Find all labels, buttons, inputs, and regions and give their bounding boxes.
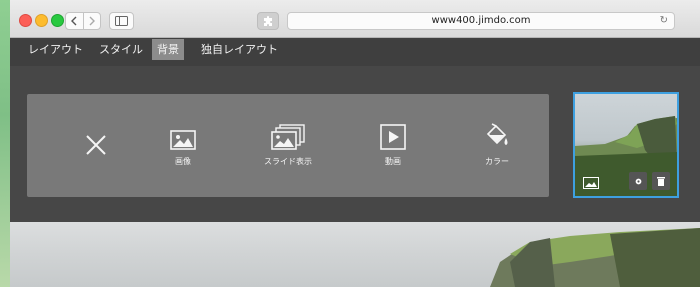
option-video[interactable]: 動画 (375, 94, 411, 197)
close-window-button[interactable] (19, 14, 32, 27)
browser-window: www400.jimdo.com ↻ レイアウト スタイル 背景 独自レイアウト… (10, 0, 700, 287)
tab-style[interactable]: スタイル (94, 39, 148, 60)
option-image-label: 画像 (175, 157, 191, 166)
option-color[interactable]: カラー (479, 94, 515, 197)
background-thumbnail[interactable] (573, 92, 679, 198)
sidebar-icon[interactable] (109, 12, 134, 30)
forward-icon[interactable] (83, 13, 100, 29)
browser-titlebar: www400.jimdo.com ↻ (10, 0, 700, 38)
maximize-window-button[interactable] (51, 14, 64, 27)
trash-icon[interactable] (652, 172, 670, 190)
background-photo (10, 222, 700, 287)
slideshow-icon (271, 124, 305, 150)
tab-custom-layout[interactable]: 独自レイアウト (196, 39, 283, 60)
tab-background[interactable]: 背景 (152, 39, 184, 60)
option-video-label: 動画 (385, 157, 401, 166)
back-icon[interactable] (66, 13, 83, 29)
background-options-panel: 画像 スライド表示 動画 カラー (27, 94, 549, 197)
option-slideshow[interactable]: スライド表示 (258, 94, 318, 197)
nav-buttons (65, 12, 101, 30)
reload-icon[interactable]: ↻ (660, 13, 668, 29)
image-icon (170, 124, 196, 150)
option-color-label: カラー (485, 157, 509, 166)
video-icon (380, 124, 406, 150)
url-text: www400.jimdo.com (431, 15, 531, 26)
image-icon (583, 174, 599, 193)
url-bar[interactable]: www400.jimdo.com ↻ (287, 12, 675, 30)
close-icon[interactable] (85, 134, 107, 160)
editor-menu-bar: レイアウト スタイル 背景 独自レイアウト (10, 38, 700, 66)
gear-icon[interactable] (629, 172, 647, 190)
option-slideshow-label: スライド表示 (264, 157, 312, 166)
paint-bucket-icon (484, 123, 510, 150)
tab-layout[interactable]: レイアウト (23, 39, 88, 60)
extension-icon[interactable] (257, 12, 279, 30)
option-image[interactable]: 画像 (165, 94, 201, 197)
minimize-window-button[interactable] (35, 14, 48, 27)
